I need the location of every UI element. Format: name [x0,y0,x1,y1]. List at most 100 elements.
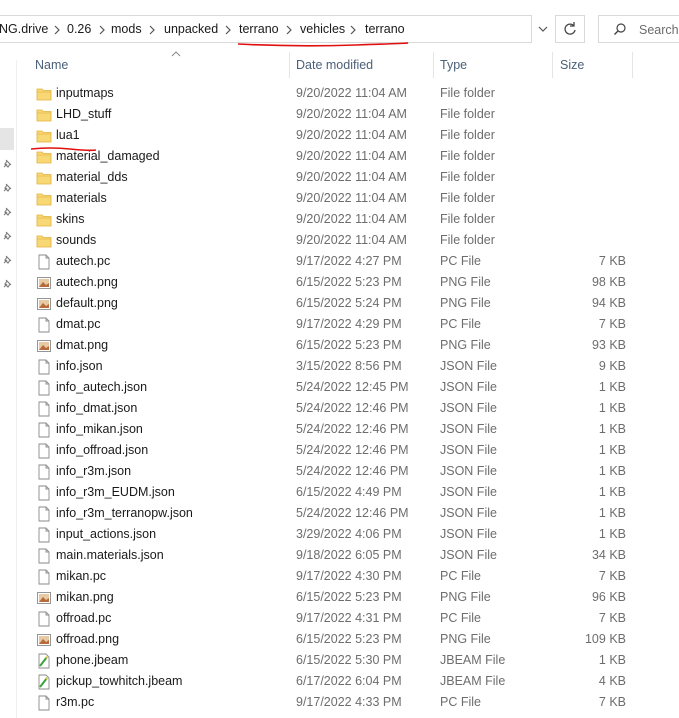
column-divider[interactable] [552,52,553,78]
file-name: autech.pc [56,254,111,268]
file-date-modified: 6/15/2022 5:23 PM [296,338,402,352]
file-name: autech.png [56,275,118,289]
file-icon [36,254,52,270]
chevron-right-icon[interactable] [97,24,107,36]
file-type: PC File [440,317,481,331]
folder-icon [36,86,52,102]
file-row[interactable]: LHD_stuff 9/20/2022 11:04 AM File folder [17,104,679,125]
file-date-modified: 9/18/2022 6:05 PM [296,548,402,562]
file-type: PC File [440,254,481,268]
file-size: 1 KB [598,401,626,415]
search-box[interactable]: Search te [598,15,679,43]
column-header-date[interactable]: Date modified [296,52,373,78]
file-name: pickup_towhitch.jbeam [56,674,183,688]
breadcrumb-item-vehicles[interactable]: vehicles [300,22,345,36]
file-row[interactable]: info_r3m.json 5/24/2022 12:46 PM JSON File… [17,461,679,482]
nav-selected-item[interactable] [0,128,14,150]
breadcrumb-item-version[interactable]: 0.26 [67,22,91,36]
file-type: JSON File [440,443,497,457]
file-date-modified: 6/15/2022 5:23 PM [296,590,402,604]
file-row[interactable]: info_mikan.json 5/24/2022 12:46 PM JSON Fi… [17,419,679,440]
column-divider[interactable] [632,52,633,78]
file-size: 94 KB [591,296,626,310]
file-row[interactable]: info_r3m_EUDM.json 6/15/2022 4:49 PM JSON … [17,482,679,503]
file-type: JBEAM File [440,674,506,688]
file-row[interactable]: dmat.pc 9/17/2022 4:29 PM PC File 7 KB [17,314,679,335]
file-row[interactable]: mikan.pc 9/17/2022 4:30 PM PC File 7 KB [17,566,679,587]
jbeam-file-icon [36,653,52,669]
file-row[interactable]: pickup_towhitch.jbeam 6/17/2022 6:04 PM JB… [17,671,679,692]
file-icon [36,569,52,585]
file-icon [36,359,52,375]
file-row[interactable]: r3m.pc 9/17/2022 4:33 PM PC File 7 KB [17,692,679,713]
pin-icon[interactable] [1,182,13,194]
file-date-modified: 9/17/2022 4:29 PM [296,317,402,331]
file-date-modified: 9/20/2022 11:04 AM [296,107,407,121]
file-date-modified: 9/20/2022 11:04 AM [296,128,407,142]
file-date-modified: 6/15/2022 4:49 PM [296,485,402,499]
chevron-down-icon [538,26,548,32]
file-icon [36,464,52,480]
file-row[interactable]: info_r3m_terranopw.json 5/24/2022 12:46 P… [17,503,679,524]
file-row[interactable]: mikan.png 6/15/2022 5:23 PM PNG File 96 KB [17,587,679,608]
breadcrumb-item-drive[interactable]: NG.drive [0,22,48,36]
file-row[interactable]: info_autech.json 5/24/2022 12:45 PM JSON F… [17,377,679,398]
breadcrumb-item-terrano[interactable]: terrano [239,22,279,36]
file-row[interactable]: info_dmat.json 5/24/2022 12:46 PM JSON Fil… [17,398,679,419]
pin-icon[interactable] [1,158,13,170]
refresh-button[interactable] [555,15,585,43]
chevron-right-icon[interactable] [223,24,233,36]
file-name: mikan.pc [56,569,107,583]
file-name: main.materials.json [56,548,164,562]
pin-icon[interactable] [1,230,13,242]
pin-icon[interactable] [1,278,13,290]
file-row[interactable]: autech.png 6/15/2022 5:23 PM PNG File 98 KB [17,272,679,293]
file-date-modified: 6/15/2022 5:24 PM [296,296,402,310]
file-row[interactable]: materials 9/20/2022 11:04 AM File folder [17,188,679,209]
file-row[interactable]: offroad.pc 9/17/2022 4:31 PM PC File 7 KB [17,608,679,629]
file-row[interactable]: input_actions.json 3/29/2022 4:06 PM JSON … [17,524,679,545]
column-header-type[interactable]: Type [440,52,467,78]
file-row[interactable]: material_dds 9/20/2022 11:04 AM File folde… [17,167,679,188]
breadcrumb-item-current[interactable]: terrano [365,22,405,36]
address-bar[interactable]: NG.drive 0.26 mods unpacked terrano vehi… [0,15,532,43]
column-header-size[interactable]: Size [560,52,584,78]
column-header-row: Name Date modified Type Size [17,51,679,78]
chevron-right-icon[interactable] [348,24,358,36]
file-size: 1 KB [598,443,626,457]
file-date-modified: 5/24/2022 12:46 PM [296,422,409,436]
file-date-modified: 9/20/2022 11:04 AM [296,86,407,100]
file-row[interactable]: sounds 9/20/2022 11:04 AM File folder [17,230,679,251]
chevron-right-icon[interactable] [284,24,294,36]
file-row[interactable]: dmat.png 6/15/2022 5:23 PM PNG File 93 KB [17,335,679,356]
column-divider[interactable] [433,52,434,78]
file-row[interactable]: offroad.png 6/15/2022 5:23 PM PNG File 109 … [17,629,679,650]
file-row[interactable]: phone.jbeam 6/15/2022 5:30 PM JBEAM File 1 … [17,650,679,671]
file-row[interactable]: lua1 9/20/2022 11:04 AM File folder [17,125,679,146]
file-row[interactable]: info_offroad.json 5/24/2022 12:46 PM JSON … [17,440,679,461]
address-history-dropdown[interactable] [532,16,554,42]
chevron-right-icon[interactable] [147,24,157,36]
file-row[interactable]: default.png 6/15/2022 5:24 PM PNG File 94 K… [17,293,679,314]
chevron-right-icon[interactable] [52,24,62,36]
breadcrumb-item-mods[interactable]: mods [111,22,142,36]
pin-icon[interactable] [1,254,13,266]
file-row[interactable]: inputmaps 9/20/2022 11:04 AM File folder [17,83,679,104]
file-icon [36,611,52,627]
file-row[interactable]: material_damaged 9/20/2022 11:04 AM File f… [17,146,679,167]
column-divider[interactable] [289,52,290,78]
folder-icon [36,191,52,207]
file-type: PNG File [440,590,491,604]
file-type: JBEAM File [440,653,506,667]
file-date-modified: 9/17/2022 4:30 PM [296,569,402,583]
file-row[interactable]: skins 9/20/2022 11:04 AM File folder [17,209,679,230]
folder-icon [36,128,52,144]
breadcrumb-item-unpacked[interactable]: unpacked [164,22,218,36]
file-row[interactable]: autech.pc 9/17/2022 4:27 PM PC File 7 KB [17,251,679,272]
file-type: JSON File [440,485,497,499]
refresh-icon [564,22,576,35]
pin-icon[interactable] [1,206,13,218]
file-row[interactable]: main.materials.json 9/18/2022 6:05 PM JSON… [17,545,679,566]
column-header-name[interactable]: Name [35,52,68,78]
file-row[interactable]: info.json 3/15/2022 8:56 PM JSON File 9 KB [17,356,679,377]
